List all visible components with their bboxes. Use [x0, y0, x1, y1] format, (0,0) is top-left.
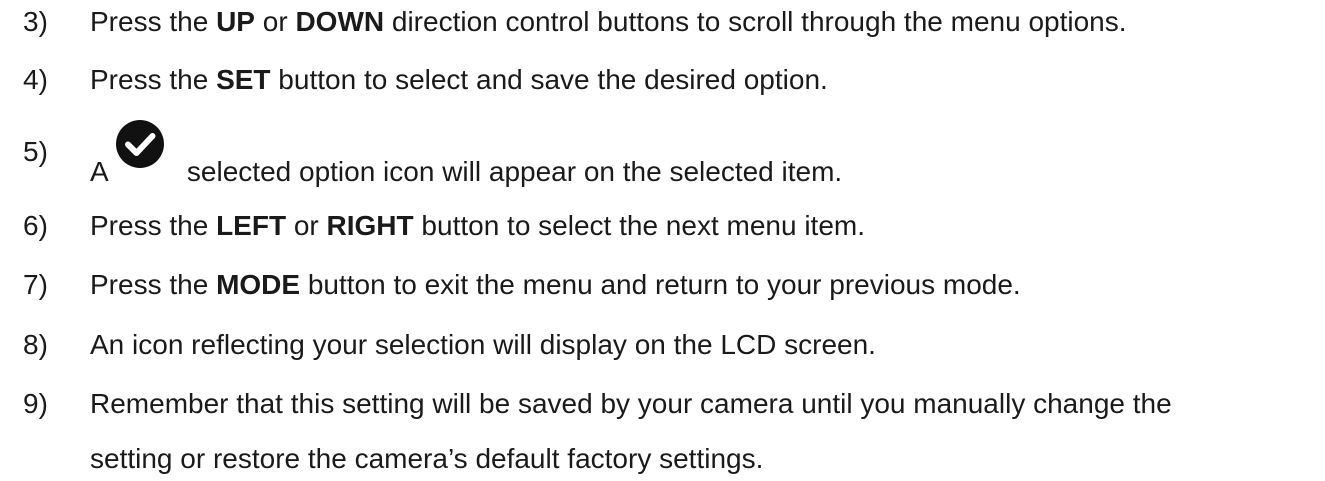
step-text-run: direction control buttons to scroll thro… [384, 6, 1127, 37]
step-number: 5) [23, 136, 48, 167]
step-number: 7) [23, 269, 48, 300]
step-text: Remember that this setting will be saved… [90, 387, 1172, 421]
step-text-continuation: setting or restore the camera’s default … [90, 443, 764, 474]
bold-keyword: RIGHT [326, 210, 414, 241]
step-text: A selected option icon will appear on th… [90, 120, 843, 189]
step-text: An icon reflecting your selection will d… [90, 328, 876, 362]
step-text: Press the MODE button to exit the menu a… [90, 268, 1021, 302]
step-number: 4) [23, 64, 48, 95]
step-text-run: Press the [90, 269, 217, 300]
step-number: 9) [23, 388, 48, 419]
step-text: Press the SET button to select and save … [90, 63, 828, 97]
step-text-run: An icon reflecting your selection will d… [90, 329, 876, 360]
step-text-run: Press the [90, 6, 217, 37]
step-text: Press the LEFT or RIGHT button to select… [90, 209, 865, 243]
check-icon [115, 119, 165, 169]
step-text-run: A [90, 156, 115, 187]
step-text: Press the UP or DOWN direction control b… [90, 5, 1127, 39]
bold-keyword: DOWN [295, 6, 385, 37]
bold-keyword: LEFT [216, 210, 287, 241]
step-text-run: or [254, 6, 296, 37]
step-number: 6) [23, 210, 48, 241]
step-text-run: selected option icon will appear on the … [186, 156, 843, 187]
step-text-run: Press the [90, 64, 217, 95]
step-number: 8) [23, 329, 48, 360]
bold-keyword: SET [216, 64, 271, 95]
step-text-run: or [286, 210, 327, 241]
step-text-run: Remember that this setting will be saved… [90, 388, 1172, 419]
step-text-run: button to select the next menu item. [413, 210, 866, 241]
bold-keyword: MODE [216, 269, 301, 300]
step-text-run: button to exit the menu and return to yo… [300, 269, 1021, 300]
document-page: { "steps": [ { "number": "3)", "parts": … [0, 0, 1325, 481]
step-number: 3) [23, 6, 48, 37]
step-text-run: button to select and save the desired op… [270, 64, 828, 95]
step-text-run: Press the [90, 210, 217, 241]
bold-keyword: UP [216, 6, 255, 37]
